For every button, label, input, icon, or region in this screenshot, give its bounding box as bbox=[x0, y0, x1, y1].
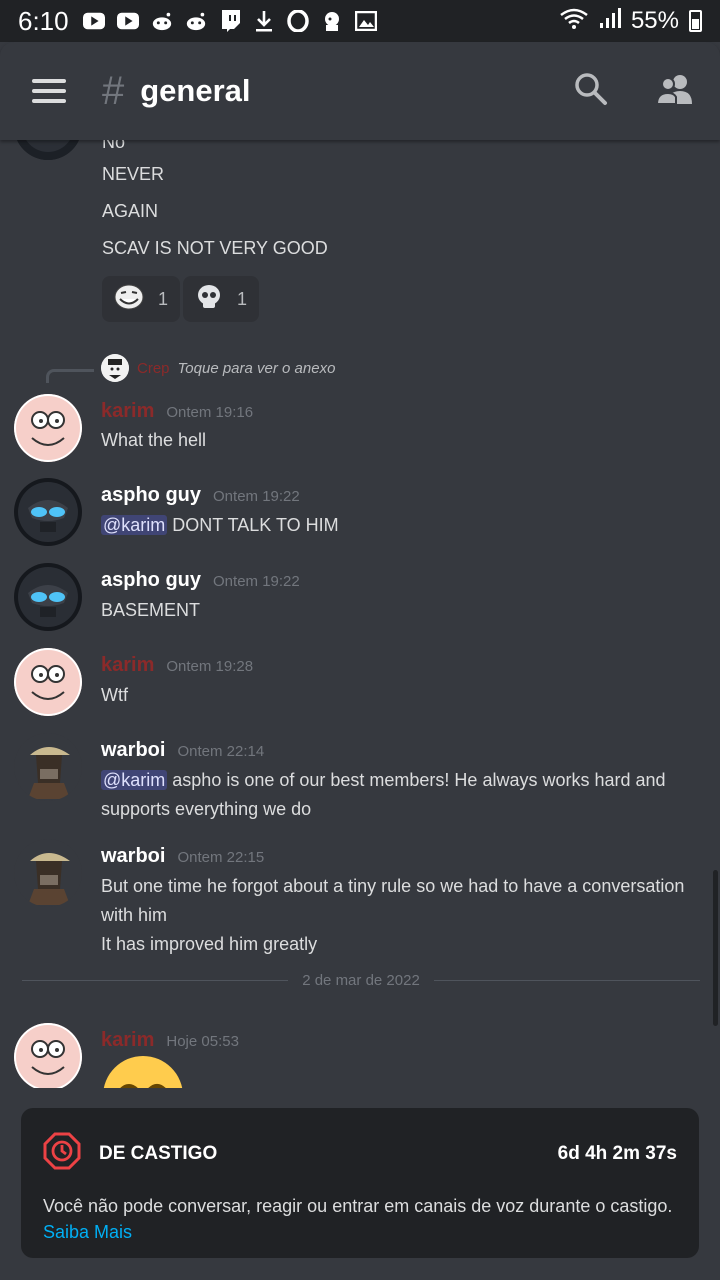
reaction-count: 1 bbox=[237, 288, 248, 309]
status-right: 55% bbox=[559, 7, 702, 36]
reply-text: Toque para ver o anexo bbox=[177, 359, 336, 377]
avatar[interactable] bbox=[14, 648, 82, 716]
timestamp: Ontem 22:14 bbox=[177, 743, 265, 760]
battery-icon bbox=[689, 10, 702, 32]
date-label: 2 de mar de 2022 bbox=[302, 972, 420, 989]
author-name[interactable]: karim bbox=[101, 400, 154, 422]
notification-icons bbox=[82, 10, 377, 32]
reaction-trollface[interactable]: 1 bbox=[102, 276, 181, 322]
timeout-body-text: Você não pode conversar, reagir ou entra… bbox=[43, 1196, 673, 1216]
timeout-timer: 6d 4h 2m 37s bbox=[557, 1142, 677, 1164]
timeout-message: Você não pode conversar, reagir ou entra… bbox=[43, 1193, 677, 1245]
avatar[interactable] bbox=[14, 394, 82, 462]
image-icon bbox=[354, 11, 377, 31]
trollface-icon bbox=[114, 284, 144, 315]
author-name[interactable]: karim bbox=[101, 1029, 154, 1051]
username[interactable]: aspho guy Ontem 19:22 bbox=[101, 569, 300, 592]
wifi-icon bbox=[559, 7, 589, 36]
avatar[interactable] bbox=[14, 478, 82, 546]
avatar[interactable] bbox=[14, 140, 82, 160]
message-text: But one time he forgot about a tiny rule… bbox=[101, 876, 685, 925]
clock-warning-icon bbox=[43, 1132, 81, 1175]
message-text: @karim aspho is one of our best members!… bbox=[101, 766, 691, 824]
message-text: No bbox=[102, 140, 126, 152]
channel-header: # general bbox=[0, 42, 720, 140]
reddit-icon bbox=[185, 11, 207, 31]
username[interactable]: karim Hoje 05:53 bbox=[101, 1029, 239, 1052]
username[interactable]: aspho guy Ontem 19:22 bbox=[101, 484, 300, 507]
search-icon[interactable] bbox=[574, 72, 608, 111]
user-mention[interactable]: @karim bbox=[101, 770, 168, 790]
channel-hash-icon: # bbox=[102, 68, 125, 113]
reddit-icon bbox=[151, 11, 173, 31]
message-list[interactable]: No NEVER AGAIN SCAV IS NOT VERY GOOD 1 1… bbox=[0, 140, 720, 1088]
author-name[interactable]: warboi bbox=[101, 739, 165, 761]
message-text: @karim DONT TALK TO HIM bbox=[101, 511, 691, 540]
opera-icon bbox=[286, 10, 309, 32]
message-text: SCAV IS NOT VERY GOOD bbox=[102, 238, 328, 258]
status-time: 6:10 bbox=[18, 5, 69, 36]
user-mention[interactable]: @karim bbox=[101, 515, 168, 535]
channel-name: general bbox=[140, 73, 251, 108]
author-name[interactable]: aspho guy bbox=[101, 569, 201, 591]
message-text: What the hell bbox=[101, 430, 207, 450]
message-text: It has improved him greatly bbox=[101, 934, 318, 954]
avatar[interactable] bbox=[14, 563, 82, 631]
signal-icon bbox=[599, 7, 621, 36]
youtube-icon bbox=[82, 11, 105, 31]
reply-connector bbox=[46, 369, 94, 383]
author-name[interactable]: warboi bbox=[101, 845, 165, 867]
author-name[interactable]: aspho guy bbox=[101, 484, 201, 506]
date-divider: 2 de mar de 2022 bbox=[22, 972, 700, 989]
username[interactable]: karim Ontem 19:28 bbox=[101, 654, 253, 677]
timestamp: Ontem 19:28 bbox=[166, 658, 254, 675]
youtube-icon bbox=[116, 11, 139, 31]
emoji-icon bbox=[101, 1054, 185, 1088]
timestamp: Ontem 22:15 bbox=[177, 849, 265, 866]
timeout-banner: DE CASTIGO 6d 4h 2m 37s Você não pode co… bbox=[21, 1108, 699, 1258]
skull-icon bbox=[195, 283, 223, 316]
reaction-skull[interactable]: 1 bbox=[183, 276, 260, 322]
timestamp: Ontem 19:22 bbox=[213, 573, 300, 590]
message-body: DONT TALK TO HIM bbox=[167, 515, 339, 535]
timestamp: Hoje 05:53 bbox=[166, 1033, 239, 1050]
reply-preview[interactable]: Crep Toque para ver o anexo bbox=[101, 354, 335, 382]
avatar[interactable] bbox=[14, 733, 82, 801]
status-bar: 6:10 55% bbox=[0, 0, 720, 42]
avatar[interactable] bbox=[14, 839, 82, 907]
username[interactable]: karim Ontem 19:16 bbox=[101, 400, 253, 423]
message-body: aspho is one of our best members! He alw… bbox=[101, 770, 666, 819]
avatar bbox=[101, 354, 129, 382]
scrollbar[interactable] bbox=[713, 870, 718, 1026]
game-icon bbox=[321, 11, 343, 31]
twitch-icon bbox=[219, 10, 241, 32]
timeout-title: DE CASTIGO bbox=[99, 1142, 218, 1164]
battery-text: 55% bbox=[630, 7, 679, 34]
timestamp: Ontem 19:22 bbox=[213, 488, 300, 505]
username[interactable]: warboi Ontem 22:15 bbox=[101, 845, 264, 868]
timestamp: Ontem 19:16 bbox=[166, 404, 254, 421]
avatar[interactable] bbox=[14, 1023, 82, 1088]
message-text: AGAIN bbox=[102, 201, 159, 221]
learn-more-link[interactable]: Saiba Mais bbox=[43, 1222, 132, 1242]
members-icon[interactable] bbox=[655, 73, 694, 110]
username[interactable]: warboi Ontem 22:14 bbox=[101, 739, 264, 762]
author-name[interactable]: karim bbox=[101, 654, 154, 676]
reply-author: Crep bbox=[137, 359, 170, 377]
message-text: NEVER bbox=[102, 164, 165, 184]
menu-icon[interactable] bbox=[32, 79, 66, 103]
download-icon bbox=[253, 11, 275, 32]
reaction-count: 1 bbox=[158, 288, 169, 309]
message-text: BASEMENT bbox=[101, 600, 201, 620]
message-text: Wtf bbox=[101, 685, 128, 705]
